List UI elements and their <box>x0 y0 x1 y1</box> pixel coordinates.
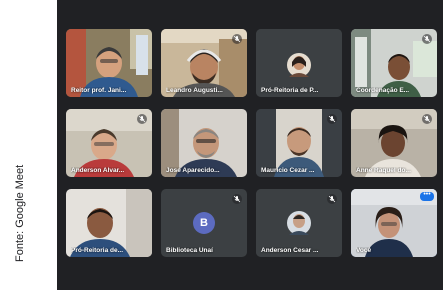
meet-participant-grid: Reitor prof. Jani... Leandro Augusti... … <box>57 0 443 290</box>
participant-tile[interactable]: Mauricio Cezar ... <box>256 109 342 177</box>
participant-name: Biblioteca Unaí <box>166 247 213 254</box>
participant-tile[interactable]: Pró-Reitoria de P... <box>256 29 342 97</box>
participant-name: Anderson Cesar ... <box>261 247 319 254</box>
participant-name: Mauricio Cezar ... <box>261 167 315 174</box>
avatar-initial: B <box>193 212 215 234</box>
participant-name: Reitor prof. Jani... <box>71 87 127 94</box>
participant-tile[interactable]: Reitor prof. Jani... <box>66 29 152 97</box>
participant-tile[interactable]: Pró-Reitoria de... <box>66 189 152 257</box>
self-view-tile[interactable]: ••• Você <box>351 189 437 257</box>
mic-muted-icon <box>232 194 242 204</box>
mic-muted-icon <box>232 34 242 44</box>
participant-name: Pró-Reitoria de P... <box>261 87 319 94</box>
participant-tile[interactable]: Anderson Alvar... <box>66 109 152 177</box>
mic-muted-icon <box>422 34 432 44</box>
participant-tile[interactable]: Anne Raquel do... <box>351 109 437 177</box>
source-caption: Fonte: Google Meet <box>0 0 56 297</box>
participant-name: Coordenação E... <box>356 87 410 94</box>
participant-name: Jose Aparecido... <box>166 167 220 174</box>
participant-name: Anderson Alvar... <box>71 167 125 174</box>
participant-tile[interactable]: Anderson Cesar ... <box>256 189 342 257</box>
caption-text: Fonte: Google Meet <box>14 164 26 262</box>
participant-tile[interactable]: Jose Aparecido... <box>161 109 247 177</box>
participant-name: Leandro Augusti... <box>166 87 223 94</box>
mic-muted-icon <box>327 114 337 124</box>
mic-muted-icon <box>327 194 337 204</box>
mic-muted-icon <box>422 114 432 124</box>
more-options-icon[interactable]: ••• <box>420 191 434 201</box>
participant-tile[interactable]: B Biblioteca Unaí <box>161 189 247 257</box>
participant-tile[interactable]: Coordenação E... <box>351 29 437 97</box>
mic-muted-icon <box>137 114 147 124</box>
participant-name: Você <box>356 247 372 254</box>
participant-tile[interactable]: Leandro Augusti... <box>161 29 247 97</box>
participant-name: Pró-Reitoria de... <box>71 247 124 254</box>
participant-name: Anne Raquel do... <box>356 167 411 174</box>
